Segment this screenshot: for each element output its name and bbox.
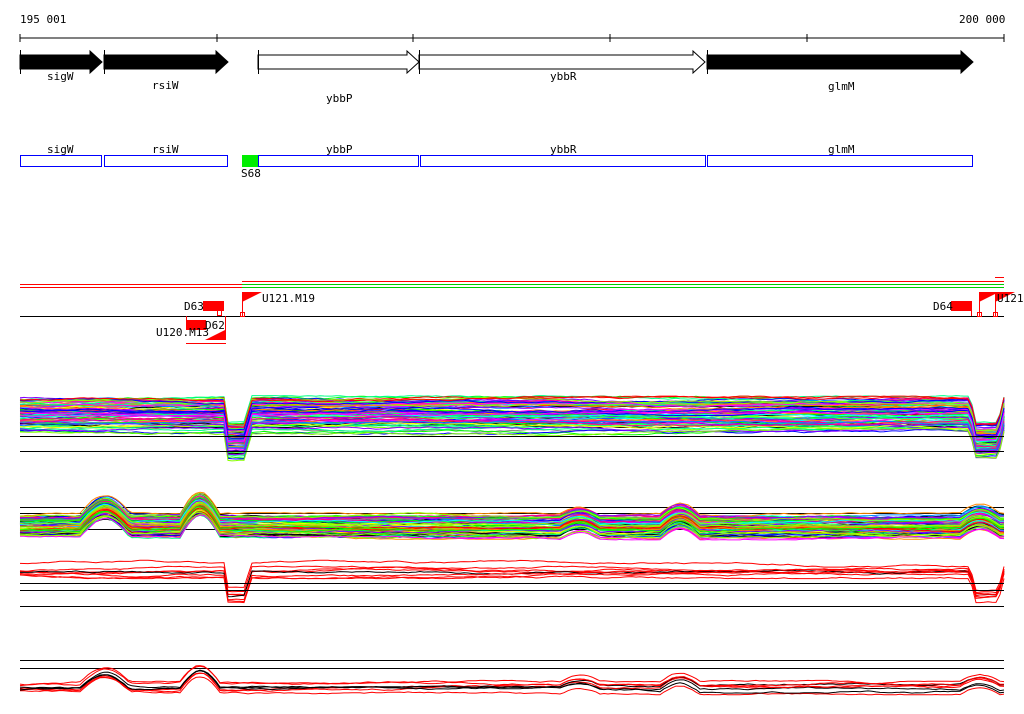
ruler-end-label: 200 000 <box>959 13 1006 26</box>
expression-profile-track4 <box>19 665 1004 686</box>
box-label-glmM: glmM <box>828 143 855 156</box>
feature-label-u120[interactable]: U120.M13 <box>156 327 209 338</box>
feature-label-u121-m19[interactable]: U121.M19 <box>262 293 315 304</box>
annotation-box-glmM <box>707 155 973 167</box>
gene-label-sigW[interactable]: sigW <box>47 71 74 82</box>
feature-label-d64[interactable]: D64 <box>933 301 953 312</box>
gene-label-ybbR[interactable]: ybbR <box>550 71 577 82</box>
ruler-start-label: 195 001 <box>20 13 67 26</box>
feature-u121-m19 <box>242 292 262 302</box>
gene-arrow-ybbP[interactable] <box>257 49 420 75</box>
annotation-box-ybbP <box>258 155 419 167</box>
expression-profile-track1 <box>19 428 1005 460</box>
site-marker-s68 <box>242 155 258 167</box>
annotation-box-ybbR <box>420 155 706 167</box>
gene-label-rsiW[interactable]: rsiW <box>152 80 179 91</box>
feature-d63 <box>203 301 224 311</box>
annotation-box-rsiW <box>104 155 228 167</box>
site-label-s68: S68 <box>241 167 261 180</box>
feature-label-u121[interactable]: U121 <box>997 293 1024 304</box>
feature-anchor <box>217 310 222 316</box>
feature-d64 <box>951 301 972 311</box>
box-label-rsiW: rsiW <box>152 143 179 156</box>
expression-profile-track3 <box>19 574 1005 604</box>
annotation-box-sigW <box>20 155 102 167</box>
gene-arrow-glmM[interactable] <box>706 49 974 75</box>
box-label-ybbR: ybbR <box>550 143 577 156</box>
genome-browser-canvas <box>19 34 1015 696</box>
box-label-ybbP: ybbP <box>326 143 353 156</box>
box-label-sigW: sigW <box>47 143 74 156</box>
expression-profile-track2 <box>19 491 1005 518</box>
gene-label-ybbP[interactable]: ybbP <box>326 93 353 104</box>
gene-arrow-rsiW[interactable] <box>103 49 229 75</box>
gene-label-glmM[interactable]: glmM <box>828 81 855 92</box>
feature-label-d63[interactable]: D63 <box>184 301 204 312</box>
